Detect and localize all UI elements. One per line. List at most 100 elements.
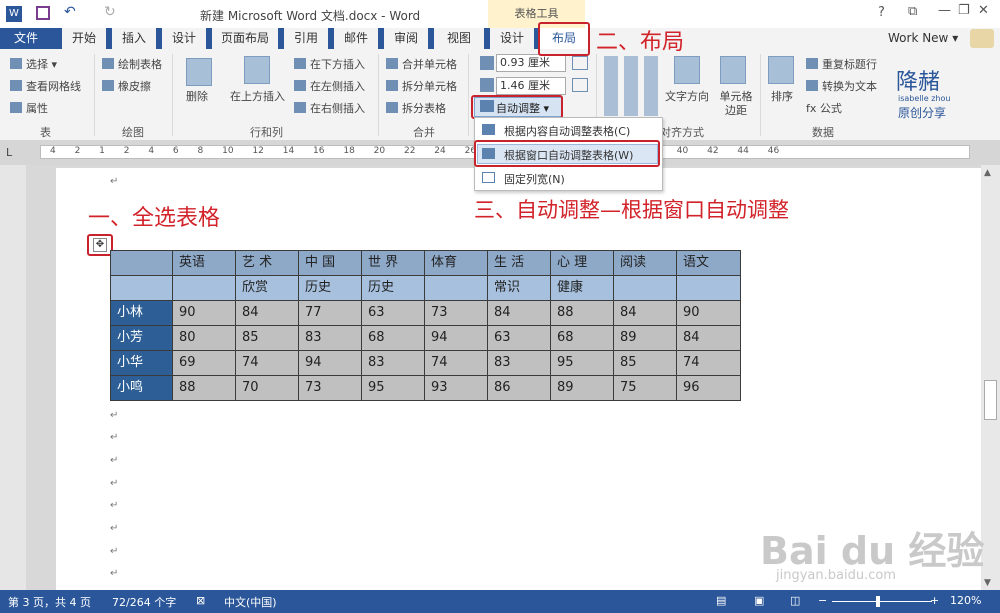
text-direction-button[interactable]: 文字方向 [665,90,709,104]
table-cell[interactable]: 84 [613,300,677,326]
tab-file[interactable]: 文件 [0,28,52,49]
table-cell[interactable]: 88 [172,375,236,401]
restore-button[interactable]: ❐ [958,3,970,18]
avatar[interactable] [970,29,994,48]
web-layout-icon[interactable]: ◫ [790,594,800,607]
insert-below-button[interactable]: 在下方插入 [294,58,365,72]
insert-right-button[interactable]: 在右侧插入 [294,102,365,116]
table-cell[interactable]: 83 [487,350,551,376]
scroll-down-icon[interactable]: ▼ [984,578,991,588]
scrollbar-thumb[interactable] [984,380,997,420]
tab-mailings[interactable]: 邮件 [334,28,378,49]
view-gridlines-button[interactable]: 查看网格线 [10,80,81,94]
sort-button[interactable]: 排序 [771,90,793,104]
score-table[interactable]: 英语 艺 术 中 国 世 界 体育 生 活 心 理 阅读 语文 欣赏 历史 历史… [110,250,741,401]
table-cell-name[interactable]: 小鸣 [110,375,173,401]
select-button[interactable]: 选择 ▾ [10,58,57,72]
table-cell[interactable]: 历史 [361,275,425,301]
zoom-level[interactable]: 120% [950,594,981,607]
table-cell[interactable]: 68 [550,325,614,351]
tab-design[interactable]: 设计 [162,28,206,49]
table-cell[interactable]: 80 [172,325,236,351]
cell-margins-button[interactable]: 单元格边距 [716,90,756,118]
table-cell[interactable]: 世 界 [361,250,425,276]
status-page[interactable]: 第 3 页，共 4 页 [8,594,91,610]
draw-table-button[interactable]: 绘制表格 [102,58,162,72]
redo-icon[interactable]: ↻ [104,4,116,20]
menu-item-autofit-contents[interactable]: 根据内容自动调整表格(C) [504,123,630,139]
table-cell[interactable]: 63 [487,325,551,351]
undo-icon[interactable]: ↶ [64,4,76,20]
menu-item-fixed-width[interactable]: 固定列宽(N) [504,171,565,187]
table-cell[interactable]: 95 [550,350,614,376]
table-cell[interactable]: 90 [676,300,741,326]
table-cell[interactable]: 68 [361,325,425,351]
tab-insert[interactable]: 插入 [112,28,156,49]
scroll-up-icon[interactable]: ▲ [984,168,991,178]
close-button[interactable]: ✕ [978,3,989,18]
vertical-ruler[interactable] [0,165,26,590]
table-cell[interactable]: 心 理 [550,250,614,276]
account-name[interactable]: Work New ▾ [888,31,958,45]
read-mode-icon[interactable]: ▤ [716,594,726,607]
table-cell-name[interactable]: 小芳 [110,325,173,351]
distribute-columns-icon[interactable] [572,78,588,92]
proofing-icon[interactable]: ⊠ [196,594,205,607]
formula-button[interactable]: fx 公式 [806,102,842,116]
table-cell[interactable]: 欣赏 [235,275,299,301]
table-cell[interactable]: 常识 [487,275,551,301]
zoom-slider-thumb[interactable] [876,596,880,607]
table-cell[interactable]: 73 [424,300,488,326]
zoom-slider[interactable] [832,601,932,602]
tab-page-layout[interactable]: 页面布局 [212,28,278,49]
table-cell[interactable]: 90 [172,300,236,326]
minimize-button[interactable]: — [938,3,951,18]
zoom-in-icon[interactable]: + [930,594,939,607]
table-cell[interactable]: 85 [235,325,299,351]
table-cell[interactable]: 艺 术 [235,250,299,276]
table-cell[interactable] [676,275,741,301]
table-cell[interactable]: 生 活 [487,250,551,276]
column-width-input[interactable]: 1.46 厘米 [496,77,566,95]
table-cell[interactable]: 89 [613,325,677,351]
save-icon[interactable] [36,6,50,20]
table-cell[interactable]: 74 [424,350,488,376]
word-icon[interactable]: W [6,6,22,22]
split-cells-button[interactable]: 拆分单元格 [386,80,457,94]
table-cell[interactable]: 95 [361,375,425,401]
table-cell[interactable]: 85 [613,350,677,376]
distribute-rows-icon[interactable] [572,56,588,70]
ribbon-display-icon[interactable]: ⧉ [908,4,917,19]
table-cell[interactable]: 语文 [676,250,741,276]
table-cell[interactable]: 体育 [424,250,488,276]
table-cell[interactable]: 84 [676,325,741,351]
insert-left-button[interactable]: 在左侧插入 [294,80,365,94]
table-cell[interactable] [172,275,236,301]
help-button[interactable]: ? [878,5,885,20]
row-height-input[interactable]: 0.93 厘米 [496,54,566,72]
tab-references[interactable]: 引用 [284,28,328,49]
table-cell[interactable]: 84 [235,300,299,326]
table-cell[interactable]: 69 [172,350,236,376]
table-cell[interactable]: 70 [235,375,299,401]
table-cell[interactable]: 75 [613,375,677,401]
zoom-out-icon[interactable]: − [818,594,827,607]
table-cell[interactable]: 88 [550,300,614,326]
table-cell[interactable] [424,275,488,301]
table-cell[interactable]: 历史 [298,275,362,301]
table-cell[interactable]: 94 [424,325,488,351]
split-table-button[interactable]: 拆分表格 [386,102,446,116]
repeat-header-button[interactable]: 重复标题行 [806,58,877,72]
table-cell[interactable]: 73 [298,375,362,401]
table-cell[interactable] [110,250,173,276]
tab-view[interactable]: 视图 [434,28,484,49]
delete-button[interactable]: 删除 [186,90,208,104]
convert-to-text-button[interactable]: 转换为文本 [806,80,877,94]
table-cell-name[interactable]: 小华 [110,350,173,376]
table-cell[interactable]: 83 [298,325,362,351]
print-layout-icon[interactable]: ▣ [754,594,764,607]
table-cell[interactable]: 阅读 [613,250,677,276]
table-cell[interactable]: 89 [550,375,614,401]
properties-button[interactable]: 属性 [10,102,48,116]
tab-table-design[interactable]: 设计 [490,28,534,49]
